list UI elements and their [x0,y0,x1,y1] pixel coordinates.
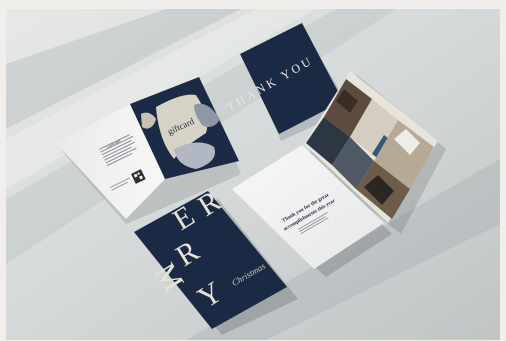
product-photo: giftcard Giftcard THANK YOU Thank you fo… [6,9,500,340]
product-mockup-scene: giftcard Giftcard THANK YOU Thank you fo… [0,0,506,341]
